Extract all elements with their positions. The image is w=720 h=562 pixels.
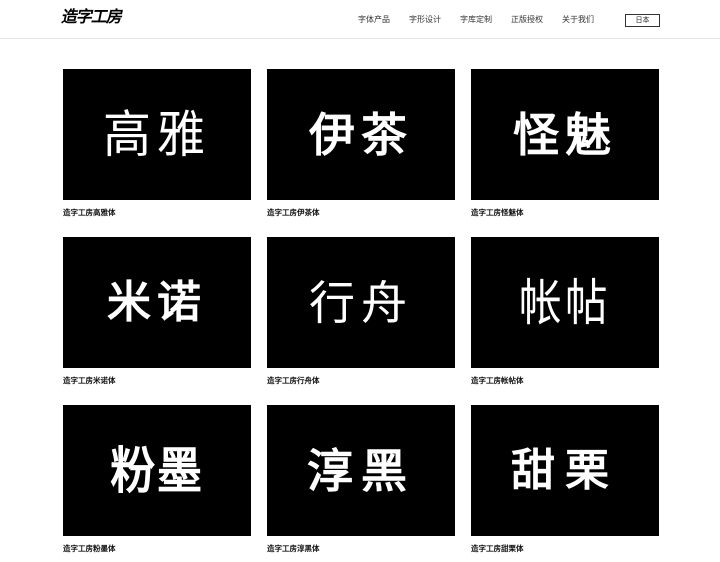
font-card-caption[interactable]: 造字工房粉墨体 — [63, 544, 251, 554]
nav-item-about-us[interactable]: 关于我们 — [562, 15, 594, 25]
font-sample-text: 米诺 — [107, 276, 207, 328]
font-preview-image[interactable]: 行舟 — [267, 237, 455, 368]
font-sample-text: 粉墨 — [110, 441, 204, 500]
language-button[interactable]: 日本 — [625, 14, 660, 27]
font-preview-image[interactable]: 粉墨 — [63, 405, 251, 536]
font-preview-image[interactable]: 高雅 — [63, 69, 251, 200]
font-card-zhangtie[interactable]: 帐帖 造字工房帐帖体 — [471, 237, 659, 386]
site-header: 造字工房 字体产品 字形设计 字库定制 正版授权 关于我们 日本 — [0, 0, 720, 39]
font-preview-image[interactable]: 伊茶 — [267, 69, 455, 200]
font-card-yicha[interactable]: 伊茶 造字工房伊茶体 — [267, 69, 455, 218]
font-sample-text: 行舟 — [309, 275, 413, 330]
font-card-caption[interactable]: 造字工房淳黑体 — [267, 544, 455, 554]
nav-item-licensing[interactable]: 正版授权 — [511, 15, 543, 25]
font-card-caption[interactable]: 造字工房高雅体 — [63, 208, 251, 218]
font-card-gaoya[interactable]: 高雅 造字工房高雅体 — [63, 69, 251, 218]
main-nav: 字体产品 字形设计 字库定制 正版授权 关于我们 — [358, 15, 613, 25]
nav-item-glyph-design[interactable]: 字形设计 — [409, 15, 441, 25]
font-preview-image[interactable]: 帐帖 — [471, 237, 659, 368]
nav-item-font-customization[interactable]: 字库定制 — [460, 15, 492, 25]
font-sample-text: 高雅 — [102, 105, 211, 164]
font-preview-image[interactable]: 米诺 — [63, 237, 251, 368]
font-sample-text: 淳黑 — [307, 443, 415, 498]
font-card-guaimei[interactable]: 怪魅 造字工房怪魅体 — [471, 69, 659, 218]
font-card-caption[interactable]: 造字工房怪魅体 — [471, 208, 659, 218]
font-sample-text: 甜栗 — [511, 444, 619, 496]
font-card-minuo[interactable]: 米诺 造字工房米诺体 — [63, 237, 251, 386]
font-sample-text: 帐帖 — [519, 273, 611, 332]
font-card-xingzhou[interactable]: 行舟 造字工房行舟体 — [267, 237, 455, 386]
font-card-tianli[interactable]: 甜栗 造字工房甜栗体 — [471, 405, 659, 554]
font-sample-text: 伊茶 — [309, 107, 413, 162]
font-sample-text: 怪魅 — [513, 107, 617, 162]
site-logo[interactable]: 造字工房 — [60, 6, 125, 28]
font-card-caption[interactable]: 造字工房伊茶体 — [267, 208, 455, 218]
font-card-caption[interactable]: 造字工房米诺体 — [63, 376, 251, 386]
font-card-fenmo[interactable]: 粉墨 造字工房粉墨体 — [63, 405, 251, 554]
nav-item-font-products[interactable]: 字体产品 — [358, 15, 390, 25]
font-preview-image[interactable]: 甜栗 — [471, 405, 659, 536]
font-card-caption[interactable]: 造字工房甜栗体 — [471, 544, 659, 554]
font-preview-image[interactable]: 淳黑 — [267, 405, 455, 536]
font-card-chunhei[interactable]: 淳黑 造字工房淳黑体 — [267, 405, 455, 554]
font-card-caption[interactable]: 造字工房帐帖体 — [471, 376, 659, 386]
font-preview-image[interactable]: 怪魅 — [471, 69, 659, 200]
font-card-caption[interactable]: 造字工房行舟体 — [267, 376, 455, 386]
